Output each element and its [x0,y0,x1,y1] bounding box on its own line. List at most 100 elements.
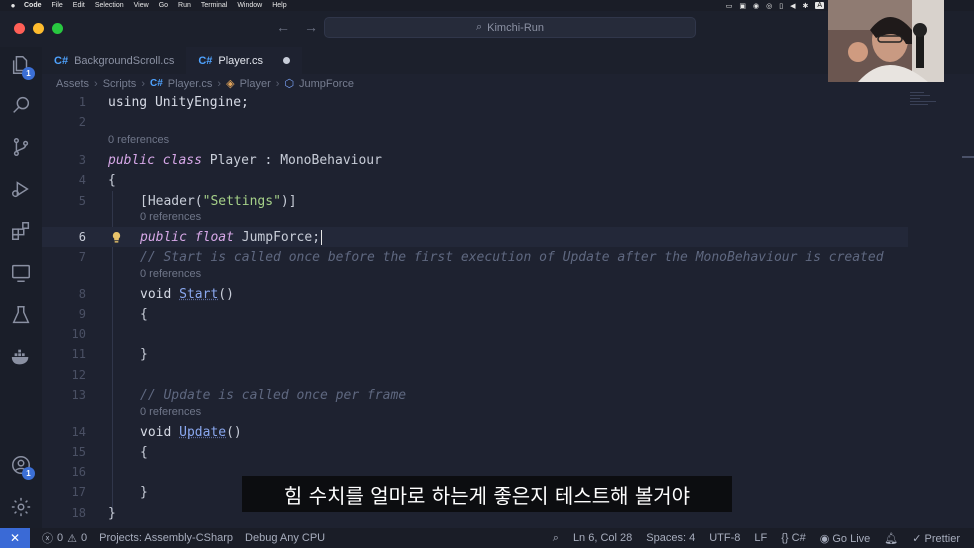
line-number: 18 [71,506,86,520]
breadcrumb-file[interactable]: Player.cs [168,78,213,90]
zoom-window-button[interactable] [52,23,63,34]
code-text: { [140,444,148,460]
docker-icon[interactable] [9,345,33,369]
codelens-references[interactable]: 0 references [140,211,201,225]
activity-bar: 1 1 [0,47,42,528]
testing-flask-icon[interactable] [9,303,33,327]
prettier-indicator[interactable]: ✓ Prettier [912,532,960,545]
codelens-references[interactable]: 0 references [140,406,201,420]
menu-view[interactable]: View [134,2,149,9]
camera-icon[interactable]: ▭ [726,2,733,10]
display-icon[interactable]: ▣ [739,2,746,10]
line-number: 10 [71,327,86,341]
code-text: public class Player : MonoBehaviour [108,152,382,168]
unsaved-dot-icon[interactable] [283,57,291,64]
close-window-button[interactable] [14,23,25,34]
back-arrow-icon[interactable]: ← [276,19,290,35]
tab-label: Player.cs [218,54,264,67]
keyboard-input-letter[interactable]: A [815,2,824,9]
volume-icon[interactable]: ◀ [790,2,795,10]
code-line: 13 // Update is called once per frame [42,385,908,405]
navigation-arrows: ← → [276,19,318,35]
warning-icon: ⚠ [67,532,77,545]
run-debug-icon[interactable] [9,177,33,201]
zoom-icon[interactable]: ⌕ [553,532,559,545]
class-symbol-icon: ◈ [226,78,235,90]
menu-selection[interactable]: Selection [95,2,124,9]
remote-explorer-icon[interactable] [9,261,33,285]
menu-edit[interactable]: Edit [73,2,85,9]
tab-player[interactable]: C# Player.cs [186,47,303,74]
line-number: 4 [78,173,86,187]
apple-icon[interactable]: ● [8,1,18,11]
codelens-references[interactable]: 0 references [108,134,169,148]
breadcrumb-class[interactable]: Player [240,78,271,90]
accounts-icon[interactable]: 1 [9,453,35,480]
problems-indicator[interactable]: ⓧ 0 ⚠ 0 [42,530,87,546]
tab-backgroundscroll[interactable]: C# BackgroundScroll.cs [42,47,186,74]
bluetooth-icon[interactable]: ✱ [802,2,808,10]
menubar-status-icons: ▭ ▣ ◉ ◎ ▯ ◀ ✱ A [726,0,824,11]
line-number: 14 [71,425,86,439]
projects-indicator[interactable]: Projects: Assembly-CSharp [99,532,233,544]
csharp-file-icon: C# [54,54,69,67]
remote-indicator-icon[interactable]: ✕ [0,528,30,548]
code-editor[interactable]: 1 using UnityEngine; 2 0 references 3 pu… [42,92,974,528]
menu-window[interactable]: Window [237,2,262,9]
extensions-icon[interactable] [9,219,33,243]
end-of-line[interactable]: LF [754,532,767,544]
code-text: } [108,505,116,521]
code-text: { [108,172,116,188]
menu-help[interactable]: Help [272,2,286,9]
minimize-window-button[interactable] [33,23,44,34]
line-number: 2 [78,115,86,129]
code-comment: // Update is called once per frame [140,387,407,403]
notifications-icon[interactable]: 🔔︎ [884,532,898,545]
accounts-badge: 1 [22,467,35,480]
line-number: 3 [78,153,86,167]
source-control-icon[interactable] [9,135,33,159]
encoding[interactable]: UTF-8 [709,532,740,544]
menu-terminal[interactable]: Terminal [201,2,227,9]
cursor-position[interactable]: Ln 6, Col 28 [573,532,632,544]
codelens-references[interactable]: 0 references [140,268,201,282]
explorer-icon[interactable]: 1 [9,53,35,80]
overview-ruler-marker [962,156,974,158]
code-line: 5 [Header("Settings")] [42,191,908,211]
csharp-file-icon: C# [149,78,163,89]
chevron-right-icon: › [275,77,280,90]
language-mode[interactable]: {} C# [781,532,805,544]
code-text: void Update() [140,424,242,440]
record-icon[interactable]: ◎ [766,2,772,10]
status-bar: ✕ ⓧ 0 ⚠ 0 Projects: Assembly-CSharp Debu… [0,528,974,548]
code-text: void Start() [140,286,234,302]
battery-icon[interactable]: ▯ [779,2,783,10]
line-number: 6 [78,230,86,244]
code-text: public float JumpForce; [140,229,323,245]
chevron-right-icon: › [141,77,145,90]
build-config[interactable]: Debug Any CPU [245,532,325,544]
settings-gear-icon[interactable] [9,495,33,519]
error-count: 0 [57,532,64,544]
command-center-search[interactable]: ⌕ Kimchi-Run [324,17,696,38]
minimap[interactable] [910,92,946,122]
error-icon: ⓧ [42,533,53,545]
breadcrumb-scripts[interactable]: Scripts [103,78,137,90]
go-live-button[interactable]: ◉ Go Live [820,532,871,545]
menu-go[interactable]: Go [159,2,168,9]
lightbulb-icon[interactable] [110,230,122,244]
menu-run[interactable]: Run [178,2,191,9]
warning-count: 0 [81,532,88,544]
menu-file[interactable]: File [52,2,63,9]
breadcrumb: Assets › Scripts › C# Player.cs › ◈ Play… [56,76,354,91]
cloud-icon[interactable]: ◉ [753,2,759,10]
menu-app[interactable]: Code [24,2,42,9]
forward-arrow-icon[interactable]: → [304,19,318,35]
code-text: } [140,346,148,362]
indentation[interactable]: Spaces: 4 [646,532,695,544]
breadcrumb-field[interactable]: JumpForce [299,78,354,90]
breadcrumb-assets[interactable]: Assets [56,78,89,90]
search-view-icon[interactable] [9,93,33,117]
explorer-badge: 1 [22,67,35,80]
window-controls [14,23,63,34]
